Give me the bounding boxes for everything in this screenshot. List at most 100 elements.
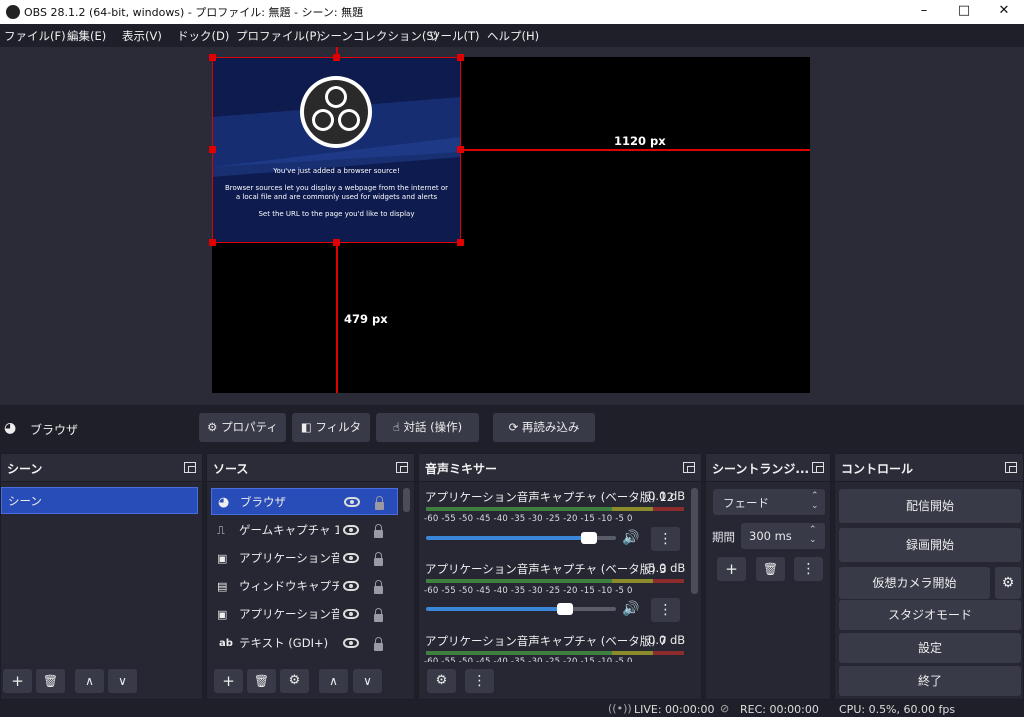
start-streaming-button[interactable]: 配信開始	[839, 489, 1021, 523]
undock-icon[interactable]	[812, 462, 824, 473]
source-item[interactable]: ◕ ブラウザ	[211, 488, 398, 515]
mixer-channel-db: -5.0 dB	[644, 561, 686, 575]
visibility-eye-icon[interactable]	[343, 553, 359, 563]
close-button[interactable]: ✕	[984, 0, 1024, 24]
menu-scene-collection[interactable]: シーンコレクション(S)	[319, 28, 438, 44]
resize-handle-tr[interactable]	[457, 54, 464, 61]
scenes-dock: シーン シーン + 🗑 ∧ ∨	[0, 453, 203, 700]
move-source-up-button[interactable]: ∧	[319, 669, 348, 693]
transition-menu-button[interactable]: ⋮	[794, 557, 823, 581]
exit-button[interactable]: 終了	[839, 666, 1021, 696]
gear-icon: ⚙	[207, 420, 218, 434]
select-arrows-icon: ⌃ ⌄	[811, 491, 819, 511]
mixer-scrollbar[interactable]	[691, 488, 698, 594]
transition-select[interactable]: フェード ⌃ ⌄	[713, 489, 825, 515]
visibility-eye-icon[interactable]	[343, 638, 359, 648]
refresh-button[interactable]: ⟳ 再読み込み	[493, 413, 595, 442]
volume-slider[interactable]	[426, 603, 616, 615]
controls-title: コントロール	[841, 462, 914, 476]
lock-icon[interactable]	[374, 608, 383, 622]
lock-icon[interactable]	[374, 580, 383, 594]
properties-button[interactable]: ⚙ プロパティ	[199, 413, 286, 442]
remove-transition-button[interactable]: 🗑	[756, 557, 785, 581]
mixer-channel-name: アプリケーション音声キャプチャ (ベータ版) 3	[425, 562, 667, 576]
undock-icon[interactable]	[683, 462, 695, 473]
cpu-status: CPU: 0.5%, 60.00 fps	[839, 703, 956, 716]
maximize-button[interactable]: □	[944, 0, 984, 24]
menu-view[interactable]: 表示(V)	[122, 28, 162, 44]
resize-handle-bl[interactable]	[209, 239, 216, 246]
visibility-eye-icon[interactable]	[344, 497, 360, 507]
undock-icon[interactable]	[184, 462, 196, 473]
source-item[interactable]: ⎍ ゲームキャプチャ 10	[211, 517, 398, 544]
volume-slider[interactable]	[426, 532, 616, 544]
interact-button[interactable]: ☝ 対話 (操作)	[376, 413, 479, 442]
menu-profile[interactable]: プロファイル(P)	[236, 28, 321, 44]
resize-handle-br[interactable]	[457, 239, 464, 246]
transitions-header: シーントランジ...	[706, 454, 830, 482]
visibility-eye-icon[interactable]	[343, 525, 359, 535]
channel-menu-button[interactable]: ⋮	[651, 527, 680, 551]
channel-menu-button[interactable]: ⋮	[651, 598, 680, 622]
add-transition-button[interactable]: +	[717, 557, 746, 581]
speaker-icon[interactable]: 🔊	[622, 530, 639, 546]
undock-icon[interactable]	[1005, 462, 1017, 473]
filters-button[interactable]: ◧ フィルタ	[292, 413, 370, 442]
top-distance-line	[336, 47, 338, 57]
spin-arrows-icon[interactable]: ⌃ ⌄	[809, 525, 817, 545]
start-recording-button[interactable]: 録画開始	[839, 528, 1021, 562]
volume-slider-knob[interactable]	[581, 532, 598, 544]
source-item[interactable]: ab テキスト (GDI+)	[211, 630, 398, 657]
source-properties-button[interactable]: ⚙	[280, 669, 309, 693]
virtual-camera-settings-button[interactable]: ⚙	[995, 567, 1021, 599]
visibility-eye-icon[interactable]	[343, 581, 359, 591]
source-item-label: ゲームキャプチャ 10	[239, 523, 339, 537]
move-scene-up-button[interactable]: ∧	[75, 669, 104, 693]
scenes-dock-title: シーン	[7, 462, 43, 476]
lock-icon[interactable]	[374, 552, 383, 566]
source-item[interactable]: ▣ アプリケーション音声	[211, 545, 398, 572]
mixer-settings-button[interactable]: ⚙	[427, 669, 456, 693]
duration-spinbox[interactable]: 300 ms ⌃ ⌄	[741, 523, 825, 549]
sources-scrollbar[interactable]	[403, 488, 410, 512]
source-item[interactable]: ▣ アプリケーション音声	[211, 601, 398, 628]
start-virtual-camera-button[interactable]: 仮想カメラ開始	[839, 567, 990, 599]
studio-mode-button[interactable]: スタジオモード	[839, 600, 1021, 630]
menu-file[interactable]: ファイル(F)	[4, 28, 66, 44]
menu-tools[interactable]: ツール(T)	[429, 28, 480, 44]
add-scene-button[interactable]: +	[3, 669, 32, 693]
speaker-icon[interactable]: 🔊	[622, 601, 639, 617]
visibility-eye-icon[interactable]	[343, 609, 359, 619]
source-item-label: アプリケーション音声	[239, 551, 339, 565]
rec-status: REC: 00:00:00	[740, 703, 819, 716]
move-scene-down-button[interactable]: ∨	[108, 669, 137, 693]
filters-label: フィルタ	[315, 420, 362, 434]
minimize-button[interactable]: –	[904, 0, 944, 24]
undock-icon[interactable]	[396, 462, 408, 473]
source-item-label: アプリケーション音声	[239, 607, 339, 621]
speaker-window-icon: ▣	[217, 552, 228, 565]
lock-icon[interactable]	[374, 524, 383, 538]
menu-docks[interactable]: ドック(D)	[177, 28, 229, 44]
scene-item[interactable]: シーン	[1, 487, 198, 514]
lock-icon[interactable]	[374, 637, 383, 651]
mixer-menu-button[interactable]: ⋮	[465, 669, 494, 693]
move-source-down-button[interactable]: ∨	[353, 669, 382, 693]
resize-handle-tl[interactable]	[209, 54, 216, 61]
interact-label: 対話 (操作)	[403, 420, 463, 434]
add-source-button[interactable]: +	[214, 669, 243, 693]
settings-button[interactable]: 設定	[839, 633, 1021, 663]
resize-handle-l[interactable]	[209, 146, 216, 153]
title-bar: OBS 28.1.2 (64-bit, windows) - プロファイル: 無…	[0, 0, 1024, 24]
meter-scale: -60 -55 -50 -45 -40 -35 -30 -25 -20 -15 …	[424, 514, 633, 524]
volume-slider-knob[interactable]	[556, 603, 573, 615]
remove-source-button[interactable]: 🗑	[247, 669, 276, 693]
menu-edit[interactable]: 編集(E)	[67, 28, 106, 44]
menu-help[interactable]: ヘルプ(H)	[487, 28, 539, 44]
gamepad-icon: ⎍	[217, 524, 225, 537]
hand-icon: ☝	[392, 420, 400, 434]
source-item-label: ブラウザ	[240, 495, 286, 509]
source-item[interactable]: ▤ ウィンドウキャプチャ 2	[211, 573, 398, 600]
remove-scene-button[interactable]: 🗑	[36, 669, 65, 693]
lock-icon[interactable]	[375, 496, 384, 510]
